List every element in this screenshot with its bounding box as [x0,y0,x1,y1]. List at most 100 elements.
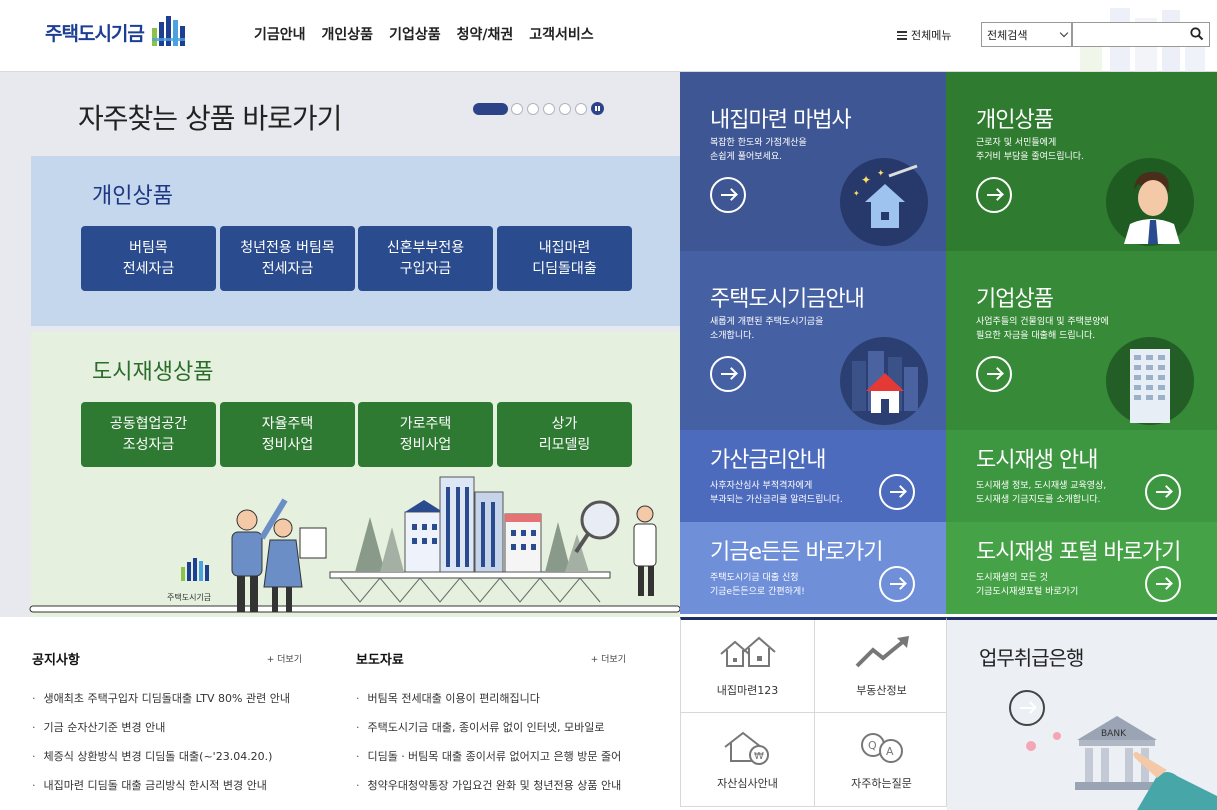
personal-products-box: 개인상품 버팀목 전세자금 청년전용 버팀목 전세자금 신혼부부전용 구입자금 … [31,156,680,326]
tile-urban-regen-portal-desc: 도시재생의 모든 것 기금도시재생포털 바로가기 [976,573,1079,597]
tile-business-products[interactable]: 기업상품 사업주들의 건물임대 및 주택분양에 필요한 자금을 대출해 드립니다… [946,251,1217,430]
tile-additional-rate-title: 가산금리안내 [710,448,826,473]
tile-fund-info-desc: 새롭게 개편된 주택도시기금을 소개합니다. [710,317,824,341]
product-button-youth-beoteemok[interactable]: 청년전용 버팀목 전세자금 [220,226,355,291]
slide-dot[interactable] [527,102,539,115]
tile-personal-products[interactable]: 개인상품 근로자 및 서민들에게 주거비 부담을 줄여드립니다. [946,72,1217,251]
tile-business-products-desc: 사업주들의 건물임대 및 주택분양에 필요한 자금을 대출해 드립니다. [976,317,1109,341]
svg-text:✦: ✦ [877,169,885,179]
service-home-123-label: 내집마련123 [716,684,779,697]
svg-text:✦: ✦ [853,189,860,198]
press-item[interactable]: 버팀목 전세대출 이용이 편리해집니다 [356,690,626,706]
nav-personal-products[interactable]: 개인상품 [322,24,374,44]
arrow-right-icon [1145,566,1181,602]
notice-item[interactable]: 체증식 상환방식 변경 디딤돌 대출(~'23.04.20.) [32,748,302,764]
tile-urban-regen-info[interactable]: 도시재생 안내 도시재생 정보, 도시재생 교육영상, 도시재생 기금지도를 소… [946,430,1217,522]
tile-home-wizard-title: 내집마련 마법사 [710,108,852,133]
businessman-graphic [1124,171,1180,244]
slide-dot[interactable] [511,102,523,115]
press-item[interactable]: 청약우대청약통장 가입요건 완화 및 청년전용 상품 안내 [356,777,626,793]
tile-urban-regen-info-title: 도시재생 안내 [976,448,1098,473]
slide-dot-active[interactable] [473,102,508,115]
arrow-right-icon [710,177,746,213]
tile-home-wizard-desc: 복잡한 한도와 가점계산을 손쉽게 풀어보세요. [710,138,807,162]
product-button-beoteemok[interactable]: 버팀목 전세자금 [81,226,216,291]
svg-text:₩: ₩ [754,751,764,762]
svg-text:A: A [886,745,894,758]
service-asset-review[interactable]: ₩ 자산심사안내 [681,713,814,807]
small-logo-text: 주택도시기금 [167,593,212,602]
all-menu-button[interactable]: 전체메뉴 [897,27,951,43]
product-button-didimdol[interactable]: 내집마련 디딤돌대출 [497,226,632,291]
tile-fund-info-title: 주택도시기금안내 [710,287,865,312]
service-faq[interactable]: Q A 자주하는질문 [815,713,948,807]
house-stars-graphic: ✦ ✦ ✦ [853,164,918,228]
notice-item[interactable]: 생애최초 주택구입자 디딤돌대출 LTV 80% 관련 안내 [32,690,302,706]
svg-text:✦: ✦ [861,173,871,187]
notice-title: 공지사항 [32,653,80,668]
press-title: 보도자료 [356,653,404,668]
slide-dot[interactable] [543,102,555,115]
tile-fund-info[interactable]: 주택도시기금안내 새롭게 개편된 주택도시기금을 소개합니다. [680,251,946,430]
qa-bubbles-icon: Q A [861,733,903,763]
tile-fund-e-dundeun-desc: 주택도시기금 대출 신청 기금e든든으로 간편하게! [710,573,805,597]
nav-fund-info[interactable]: 기금안내 [254,24,306,44]
search-scope-select[interactable]: 전체검색 [981,22,1072,47]
service-real-estate-info[interactable]: 부동산정보 [815,620,948,714]
city-illustration [29,476,680,613]
search-icon[interactable] [1190,27,1204,41]
tile-home-wizard[interactable]: 내집마련 마법사 복잡한 한도와 가점계산을 손쉽게 풀어보세요. ✦ ✦ ✦ [680,72,946,251]
service-asset-review-label: 자산심사안내 [717,777,778,790]
personal-products-title: 개인상품 [92,184,173,209]
service-grid: 내집마련123 부동산정보 ₩ 자산심사안내 Q A 자주하는질문 [680,617,947,807]
logo-mark-icon [151,16,185,46]
hamburger-icon [897,30,907,40]
product-button-newlywed[interactable]: 신혼부부전용 구입자금 [358,226,493,291]
main-nav: 기금안내 개인상품 기업상품 청약/채권 고객서비스 [254,24,610,44]
arrow-right-icon [879,566,915,602]
handling-banks-panel[interactable]: 업무취급은행 BANK [947,617,1217,810]
tile-additional-rate-desc: 사후자산심사 부적격자에게 부과되는 가산금리를 알려드립니다. [710,481,843,505]
press-board: 보도자료 + 더보기 버팀목 전세대출 이용이 편리해집니다 주택도시기금 대출… [356,649,626,806]
nav-subscription-bonds[interactable]: 청약/채권 [457,24,514,44]
house-money-icon: ₩ [724,731,769,765]
bank-illustration: BANK [1026,716,1217,810]
service-home-123[interactable]: 내집마련123 [681,620,814,714]
svg-text:Q: Q [868,739,877,752]
slide-dot[interactable] [559,102,571,115]
press-item[interactable]: 주택도시기금 대출, 종이서류 없이 인터넷, 모바일로 [356,719,626,735]
slide-indicator [473,102,604,115]
apartment-graphic [1130,349,1170,423]
slide-dot[interactable] [575,102,587,115]
page-root: 주택도시기금 기금안내 개인상품 기업상품 청약/채권 고객서비스 전체메뉴 전… [0,0,1217,810]
tile-urban-regen-portal-title: 도시재생 포털 바로가기 [976,540,1181,565]
notice-item[interactable]: 내집마련 디딤돌 대출 금리방식 한시적 변경 안내 [32,777,302,793]
arrow-right-icon [710,356,746,392]
pause-icon[interactable] [591,102,604,115]
arrow-right-icon [879,474,915,510]
press-more-link[interactable]: + 더보기 [591,652,626,665]
tile-business-products-title: 기업상품 [976,287,1054,312]
quick-links-title: 자주찾는 상품 바로가기 [78,102,342,135]
tile-fund-e-dundeun-title: 기금e든든 바로가기 [710,540,883,565]
site-logo[interactable]: 주택도시기금 [45,14,190,50]
boards-area: 공지사항 + 더보기 생애최초 주택구입자 디딤돌대출 LTV 80% 관련 안… [0,617,680,810]
arrow-right-icon [976,177,1012,213]
arrow-right-icon [976,356,1012,392]
urban-regeneration-title: 도시재생상품 [92,360,214,385]
notice-board: 공지사항 + 더보기 생애최초 주택구입자 디딤돌대출 LTV 80% 관련 안… [32,649,302,806]
tile-urban-regen-portal[interactable]: 도시재생 포털 바로가기 도시재생의 모든 것 기금도시재생포털 바로가기 [946,522,1217,614]
nav-customer-service[interactable]: 고객서비스 [529,24,593,44]
quick-links-area: 자주찾는 상품 바로가기 개인상품 버팀목 전세자금 청년전용 버팀목 전세자금… [0,72,680,617]
search-scope-value: 전체검색 [987,28,1028,42]
tile-personal-products-title: 개인상품 [976,108,1054,133]
tile-urban-regen-info-desc: 도시재생 정보, 도시재생 교육영상, 도시재생 기금지도를 소개합니다. [976,481,1107,505]
notice-item[interactable]: 기금 순자산기준 변경 안내 [32,719,302,735]
tile-fund-e-dundeun[interactable]: 기금e든든 바로가기 주택도시기금 대출 신청 기금e든든으로 간편하게! [680,522,946,614]
notice-more-link[interactable]: + 더보기 [267,652,302,665]
service-faq-label: 자주하는질문 [851,777,912,790]
press-item[interactable]: 디딤돌ㆍ버팀목 대출 종이서류 없어지고 은행 방문 줄어 [356,748,626,764]
handling-banks-title: 업무취급은행 [979,646,1084,670]
nav-business-products[interactable]: 기업상품 [389,24,441,44]
tile-additional-rate[interactable]: 가산금리안내 사후자산심사 부적격자에게 부과되는 가산금리를 알려드립니다. [680,430,946,522]
